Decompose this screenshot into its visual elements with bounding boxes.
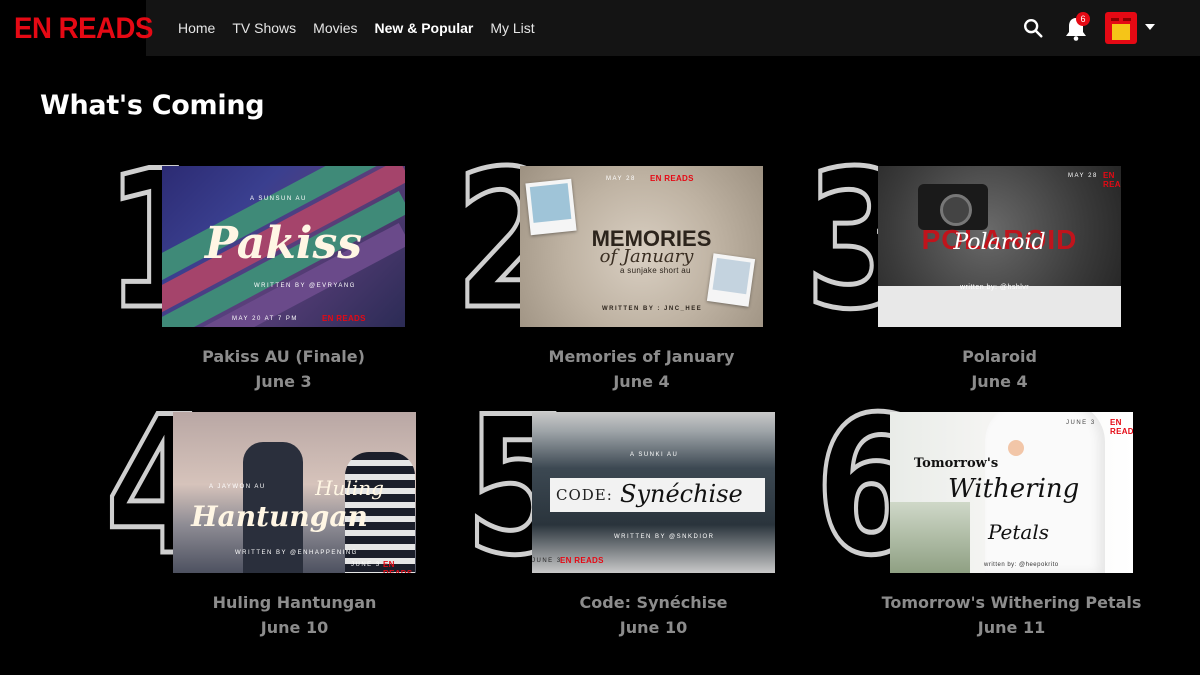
nav-link-tv-shows[interactable]: TV Shows [232, 20, 296, 36]
poster-image[interactable]: A JAYWON AU Huling Hantungan WRITTEN BY … [173, 412, 416, 573]
poster-title: CODE: [556, 486, 613, 504]
item-caption: Code: Synéchise June 10 [532, 590, 775, 640]
poster-subtitle: a sunjake short au [620, 266, 691, 275]
nav-link-home[interactable]: Home [178, 20, 215, 36]
poster-image[interactable]: MAY 28 EN READS MEMORIES of January a su… [520, 166, 763, 327]
search-icon[interactable] [1022, 17, 1044, 39]
item-date: June 10 [260, 618, 329, 637]
item-title: Pakiss AU (Finale) [202, 347, 365, 366]
poster-title-3: Petals [988, 520, 1050, 544]
poster-badge: EN READS [383, 560, 412, 573]
poster-title-2: of January [599, 246, 694, 267]
caret-down-icon[interactable] [1145, 24, 1155, 30]
poster-kicker: JUNE 3 [1066, 420, 1096, 426]
poster-footer: JUNE 3 [532, 558, 562, 564]
poster-title: Tomorrow's [914, 456, 999, 471]
logo-area[interactable]: EN READS [0, 0, 153, 56]
poster-footer: MAY 20 AT 7 PM [232, 316, 298, 322]
poster-credit: written by: @heepokrito [984, 562, 1059, 568]
poster-image[interactable]: JUNE 3 EN READS Tomorrow's Withering Pet… [890, 412, 1133, 573]
poster-footer: JUNE 3 [351, 562, 381, 568]
poster-title-band: CODE: Synéchise [550, 478, 765, 512]
card-item-2[interactable]: 2 MAY 28 EN READS MEMORIES of January a … [453, 143, 785, 396]
poster-kicker: A SUNKI AU [630, 452, 679, 458]
poster-badge: EN READS [322, 314, 366, 323]
poster-flower [1008, 440, 1024, 456]
poster-decoration [878, 286, 1121, 327]
poster-credit: WRITTEN BY @EVRYANG [254, 283, 356, 289]
poster-title-2: Polaroid [953, 230, 1046, 255]
item-title: Code: Synéchise [579, 593, 728, 612]
nav-link-new-popular[interactable]: New & Popular [375, 20, 474, 36]
notifications-button[interactable]: 6 [1064, 12, 1092, 42]
poster-image[interactable]: MAY 28 EN READS POLAROID Polaroid writte… [878, 166, 1121, 327]
section-title: What's Coming [40, 90, 265, 121]
card-item-6[interactable]: 6 JUNE 3 EN READS Tomorrow's Withering P… [813, 389, 1145, 642]
poster-title-2: Synéchise [620, 480, 743, 508]
poster-credit: WRITTEN BY @ENHAPPENING [235, 550, 358, 556]
poster-kicker: A JAYWON AU [209, 484, 266, 490]
poster-badge: EN READS [1103, 171, 1121, 189]
item-title: Tomorrow's Withering Petals [881, 593, 1142, 612]
poster-kicker: MAY 28 [1068, 173, 1098, 179]
nav-link-my-list[interactable]: My List [490, 20, 534, 36]
item-title: Huling Hantungan [212, 593, 377, 612]
card-item-1[interactable]: 1 A SUNSUN AU Pakiss WRITTEN BY @EVRYANG… [103, 143, 435, 396]
item-title: Polaroid [962, 347, 1037, 366]
poster-badge: EN READS [560, 556, 604, 565]
top-nav: EN READS Home TV Shows Movies New & Popu… [0, 0, 1200, 56]
nav-links: Home TV Shows Movies New & Popular My Li… [178, 0, 535, 56]
poster-badge: EN READS [650, 174, 694, 183]
poster-kicker: MAY 28 [606, 176, 636, 182]
item-title: Memories of January [548, 347, 735, 366]
card-item-3[interactable]: 3 MAY 28 EN READS POLAROID Polaroid writ… [803, 143, 1135, 396]
poster-title-2: Withering [948, 474, 1080, 504]
poster-image[interactable]: A SUNSUN AU Pakiss WRITTEN BY @EVRYANG M… [162, 166, 405, 327]
poster-credit: WRITTEN BY @SNKDIOR [614, 534, 715, 540]
avatar-face [1112, 24, 1130, 40]
notification-badge: 6 [1076, 12, 1090, 26]
logo[interactable]: EN READS [14, 12, 153, 46]
card-item-4[interactable]: 4 A JAYWON AU Huling Hantungan WRITTEN B… [103, 389, 435, 642]
item-caption: Tomorrow's Withering Petals June 11 [870, 590, 1153, 640]
poster-credit: written by: @hshlvr [960, 284, 1030, 291]
poster-badge: EN READS [1110, 418, 1133, 436]
poster-credit: WRITTEN BY : JNC_HEE [602, 306, 703, 312]
item-date: June 10 [619, 618, 688, 637]
nav-link-movies[interactable]: Movies [313, 20, 357, 36]
item-date: June 11 [977, 618, 1046, 637]
poster-title: Huling [315, 476, 384, 500]
poster-title-2: Hantungan [191, 500, 368, 533]
poster-title: Pakiss [204, 218, 363, 269]
item-caption: Huling Hantungan June 10 [173, 590, 416, 640]
avatar[interactable] [1105, 12, 1137, 44]
card-item-5[interactable]: 5 A SUNKI AU CODE: Synéchise WRITTEN BY … [463, 389, 795, 642]
poster-image[interactable]: A SUNKI AU CODE: Synéchise WRITTEN BY @S… [532, 412, 775, 573]
avatar-eye [1111, 18, 1119, 21]
poster-kicker: A SUNSUN AU [250, 196, 307, 202]
poster-decoration [890, 502, 970, 573]
avatar-eye [1123, 18, 1131, 21]
